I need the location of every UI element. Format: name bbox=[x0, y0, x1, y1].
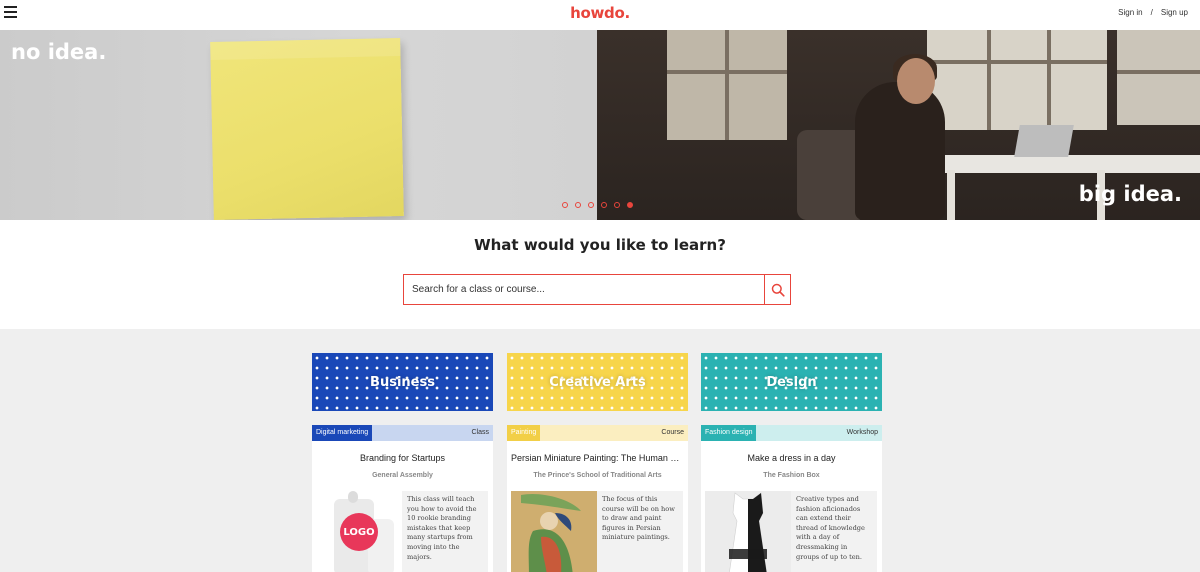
card-provider[interactable]: General Assembly bbox=[312, 472, 493, 479]
card-type: Course bbox=[661, 429, 684, 436]
card-image: LOGO bbox=[316, 491, 402, 572]
card-description: This class will teach you how to avoid t… bbox=[402, 491, 488, 572]
card-meta-bar: Digital marketing Class bbox=[312, 425, 493, 441]
card-tag[interactable]: Painting bbox=[507, 425, 541, 441]
hero-carousel[interactable]: no idea. big idea. bbox=[0, 30, 1200, 220]
sign-in-link[interactable]: Sign in bbox=[1118, 8, 1142, 17]
course-card-persian-miniature[interactable]: Painting Course Persian Miniature Painti… bbox=[507, 425, 688, 572]
auth-links: Sign in / Sign up bbox=[1118, 8, 1188, 17]
category-label: Business bbox=[370, 374, 435, 390]
site-logo-wrap: howdo. bbox=[0, 4, 1200, 22]
search-form bbox=[403, 274, 791, 305]
carousel-dots bbox=[562, 202, 633, 208]
search-input[interactable] bbox=[404, 275, 764, 304]
card-tag[interactable]: Fashion design bbox=[701, 425, 757, 441]
carousel-dot-3[interactable] bbox=[588, 202, 594, 208]
card-title[interactable]: Persian Miniature Painting: The Human Fi… bbox=[507, 453, 688, 463]
hero-caption-left: no idea. bbox=[11, 40, 107, 64]
site-logo[interactable]: howdo. bbox=[570, 4, 630, 22]
carousel-dot-5[interactable] bbox=[614, 202, 620, 208]
card-provider[interactable]: The Prince's School of Traditional Arts bbox=[507, 472, 688, 479]
sign-up-link[interactable]: Sign up bbox=[1161, 8, 1188, 17]
carousel-dot-6[interactable] bbox=[627, 202, 633, 208]
catalog-section: Business Creative Arts Design Digital ma… bbox=[0, 329, 1200, 572]
card-image bbox=[705, 491, 791, 572]
search-icon bbox=[771, 283, 785, 297]
card-title[interactable]: Make a dress in a day bbox=[701, 453, 882, 463]
site-header: howdo. Sign in / Sign up bbox=[0, 0, 1200, 30]
hero-caption-right: big idea. bbox=[1078, 182, 1182, 206]
auth-separator: / bbox=[1150, 8, 1153, 17]
card-description: Creative types and fashion aficionados c… bbox=[791, 491, 877, 572]
category-design[interactable]: Design bbox=[701, 353, 882, 411]
search-button[interactable] bbox=[764, 275, 790, 304]
sticky-note-image bbox=[210, 38, 404, 220]
card-type: Class bbox=[471, 429, 489, 436]
search-heading: What would you like to learn? bbox=[474, 236, 726, 254]
category-label: Creative Arts bbox=[549, 374, 646, 390]
card-provider[interactable]: The Fashion Box bbox=[701, 472, 882, 479]
card-title[interactable]: Branding for Startups bbox=[312, 453, 493, 463]
carousel-dot-2[interactable] bbox=[575, 202, 581, 208]
hero-image-right: big idea. bbox=[597, 30, 1200, 220]
course-card-branding[interactable]: Digital marketing Class Branding for Sta… bbox=[312, 425, 493, 572]
card-description: The focus of this course will be on how … bbox=[597, 491, 683, 572]
card-image bbox=[511, 491, 597, 572]
course-card-make-a-dress[interactable]: Fashion design Workshop Make a dress in … bbox=[701, 425, 882, 572]
category-creative-arts[interactable]: Creative Arts bbox=[507, 353, 688, 411]
logo-badge: LOGO bbox=[340, 513, 378, 551]
category-business[interactable]: Business bbox=[312, 353, 493, 411]
category-label: Design bbox=[766, 374, 817, 390]
carousel-dot-4[interactable] bbox=[601, 202, 607, 208]
hero-image-left: no idea. bbox=[0, 30, 597, 220]
carousel-dot-1[interactable] bbox=[562, 202, 568, 208]
menu-icon[interactable] bbox=[4, 6, 17, 18]
card-tag[interactable]: Digital marketing bbox=[312, 425, 373, 441]
card-meta-bar: Fashion design Workshop bbox=[701, 425, 882, 441]
card-type: Workshop bbox=[846, 429, 878, 436]
card-meta-bar: Painting Course bbox=[507, 425, 688, 441]
